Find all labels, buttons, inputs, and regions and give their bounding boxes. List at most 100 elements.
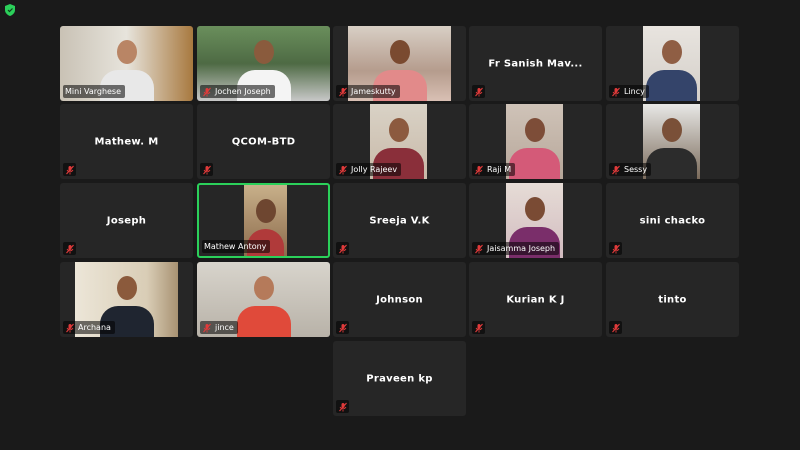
participant-name: Jochen Joseph <box>215 87 271 96</box>
participant-name-tag: Jaisamma Joseph <box>472 242 560 255</box>
mic-status <box>609 242 622 255</box>
mic-muted-icon <box>339 87 347 96</box>
mic-status <box>336 400 349 413</box>
participant-tile[interactable]: Joseph <box>60 183 193 258</box>
participant-name: jince <box>215 323 234 332</box>
participant-tile[interactable]: Raji M <box>469 104 602 179</box>
mic-status <box>472 321 485 334</box>
participant-name: Jameskutty <box>351 87 396 96</box>
participant-name: Mathew Antony <box>204 242 267 251</box>
mic-status <box>63 242 76 255</box>
participant-name: Sessy <box>624 165 648 174</box>
participant-tile[interactable]: sini chacko <box>606 183 739 258</box>
mic-muted-icon <box>474 323 483 332</box>
participant-tile[interactable]: Mathew. M <box>60 104 193 179</box>
mic-muted-icon <box>339 165 347 174</box>
person-body <box>236 306 291 337</box>
participant-tile[interactable]: tinto <box>606 262 739 337</box>
participant-tile[interactable]: Jameskutty <box>333 26 466 101</box>
participant-name: Mini Varghese <box>65 87 122 96</box>
participant-name: Archana <box>78 323 111 332</box>
person-head <box>116 276 137 300</box>
person-head <box>255 199 276 223</box>
mic-muted-icon <box>202 165 211 174</box>
person-head <box>253 276 274 300</box>
mic-muted-icon <box>65 244 74 253</box>
mic-status <box>472 85 485 98</box>
person-head <box>253 40 274 64</box>
participant-name: Kurian K J <box>506 294 565 305</box>
participant-name-tag: Lincy <box>609 85 649 98</box>
participant-name-tag: Jolly Rajeev <box>336 163 402 176</box>
participant-name-tag: Jameskutty <box>336 85 400 98</box>
participant-tile[interactable]: Mini Varghese <box>60 26 193 101</box>
participant-name: QCOM-BTD <box>231 136 296 147</box>
mic-muted-icon <box>611 323 620 332</box>
participant-video <box>643 26 700 101</box>
participant-name: Praveen kp <box>366 373 433 384</box>
mic-status <box>609 321 622 334</box>
mic-muted-icon <box>612 165 620 174</box>
participant-tile[interactable]: Mathew Antony <box>197 183 330 258</box>
mic-status <box>336 242 349 255</box>
participant-name: Raji M <box>487 165 512 174</box>
mic-status <box>200 163 213 176</box>
participant-tile[interactable]: Kurian K J <box>469 262 602 337</box>
person-head <box>524 118 545 142</box>
mic-muted-icon <box>66 323 74 332</box>
mic-muted-icon <box>612 87 620 96</box>
participant-name: Johnson <box>376 294 423 305</box>
participant-tile[interactable]: jince <box>197 262 330 337</box>
participant-name-tag: jince <box>200 321 238 334</box>
mic-muted-icon <box>338 244 347 253</box>
participant-name-tag: Jochen Joseph <box>200 85 275 98</box>
participant-name: Jaisamma Joseph <box>487 244 556 253</box>
participant-name: Joseph <box>106 215 147 226</box>
participant-tile[interactable]: Praveen kp <box>333 341 466 416</box>
participant-video <box>643 104 700 179</box>
mic-muted-icon <box>338 402 347 411</box>
mic-muted-icon <box>203 87 211 96</box>
person-head <box>661 40 682 64</box>
participant-tile[interactable]: Lincy <box>606 26 739 101</box>
mic-muted-icon <box>611 244 620 253</box>
participant-name: sini chacko <box>639 215 706 226</box>
person-head <box>116 40 137 64</box>
participant-name-tag: Mini Varghese <box>63 85 126 98</box>
mic-muted-icon <box>338 323 347 332</box>
mic-muted-icon <box>475 244 483 253</box>
person-body <box>646 70 697 101</box>
participant-name-tag: Sessy <box>609 163 652 176</box>
participant-name-tag: Raji M <box>472 163 516 176</box>
participant-name-tag: Mathew Antony <box>202 240 271 253</box>
mic-muted-icon <box>474 87 483 96</box>
shield-icon[interactable] <box>5 4 15 16</box>
participant-name: Sreeja V.K <box>369 215 430 226</box>
person-body <box>509 148 560 179</box>
participant-tile[interactable]: Jolly Rajeev <box>333 104 466 179</box>
participant-name: Mathew. M <box>94 136 159 147</box>
person-head <box>661 118 682 142</box>
person-head <box>524 197 545 221</box>
participant-tile[interactable]: Sreeja V.K <box>333 183 466 258</box>
person-head <box>389 40 410 64</box>
participant-tile[interactable]: Jaisamma Joseph <box>469 183 602 258</box>
participant-name: Fr Sanish Mav... <box>488 58 583 69</box>
participant-name: Lincy <box>624 87 645 96</box>
participant-tile[interactable]: Archana <box>60 262 193 337</box>
participant-tile[interactable]: Jochen Joseph <box>197 26 330 101</box>
participant-name-tag: Archana <box>63 321 115 334</box>
mic-status <box>63 163 76 176</box>
participant-name: tinto <box>658 294 687 305</box>
participant-tile[interactable]: QCOM-BTD <box>197 104 330 179</box>
mic-muted-icon <box>475 165 483 174</box>
participant-tile[interactable]: Sessy <box>606 104 739 179</box>
person-body <box>646 148 697 179</box>
participant-name: Jolly Rajeev <box>351 165 398 174</box>
participant-tile[interactable]: Johnson <box>333 262 466 337</box>
mic-muted-icon <box>65 165 74 174</box>
participant-tile[interactable]: Fr Sanish Mav... <box>469 26 602 101</box>
mic-muted-icon <box>203 323 211 332</box>
person-head <box>388 118 409 142</box>
mic-status <box>336 321 349 334</box>
